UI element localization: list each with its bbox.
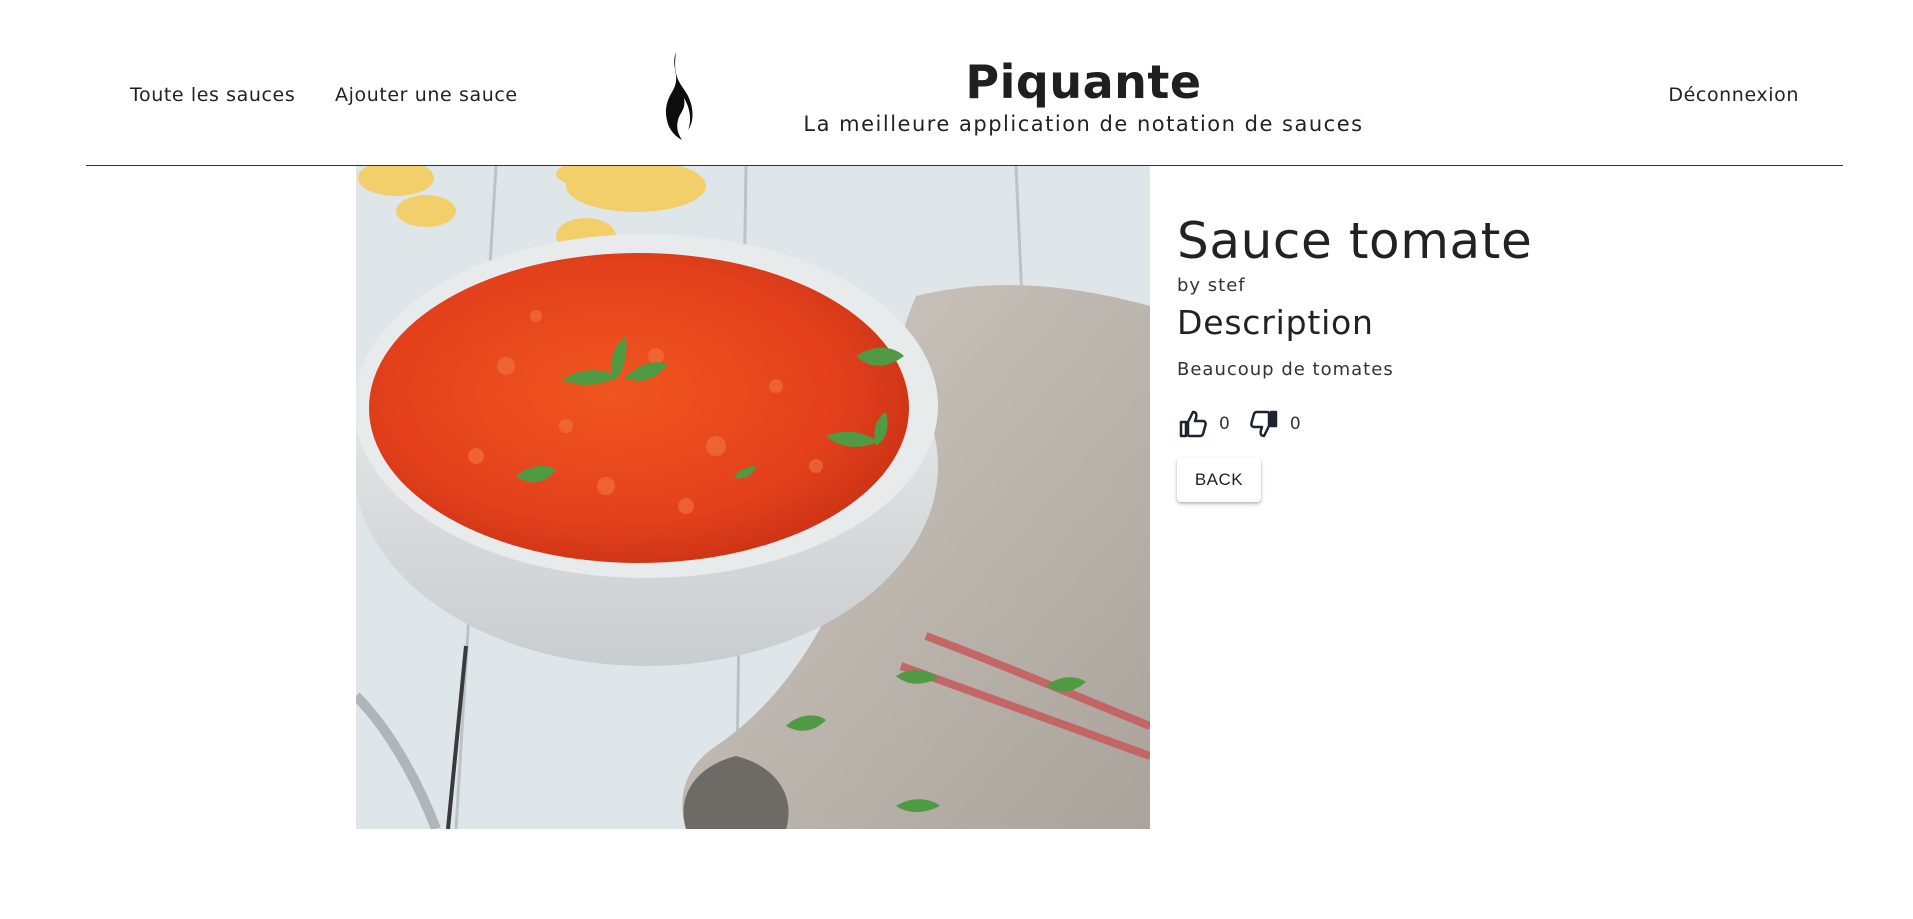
description-heading: Description [1177, 303, 1374, 342]
description-text: Beaucoup de tomates [1177, 359, 1394, 380]
brand-title: Piquante [965, 55, 1202, 109]
sauce-name: Sauce tomate [1177, 212, 1533, 270]
nav-all-sauces-link[interactable]: Toute les sauces [130, 84, 295, 106]
sauce-image [356, 166, 1150, 829]
sauce-photo [356, 166, 1150, 829]
dislikes-count: 0 [1289, 414, 1301, 434]
logout-link[interactable]: Déconnexion [1668, 84, 1799, 106]
flame-icon [665, 52, 693, 140]
likes-count: 0 [1219, 414, 1230, 434]
thumbs-up-icon[interactable] [1177, 408, 1209, 440]
nav-add-sauce-link[interactable]: Ajouter une sauce [335, 84, 518, 106]
back-button[interactable]: BACK [1177, 458, 1261, 502]
thumbs-down-icon[interactable] [1248, 408, 1280, 440]
brand-subtitle: La meilleure application de notation de … [803, 112, 1364, 136]
header: Toute les sauces Ajouter une sauce Piqua… [86, 0, 1843, 166]
sauce-details: Sauce tomate by stef Description Beaucou… [1177, 210, 1677, 502]
votes: 0 0 [1177, 406, 1677, 442]
sauce-author: by stef [1177, 275, 1246, 296]
sauce-detail-page: Toute les sauces Ajouter une sauce Piqua… [0, 0, 1913, 919]
